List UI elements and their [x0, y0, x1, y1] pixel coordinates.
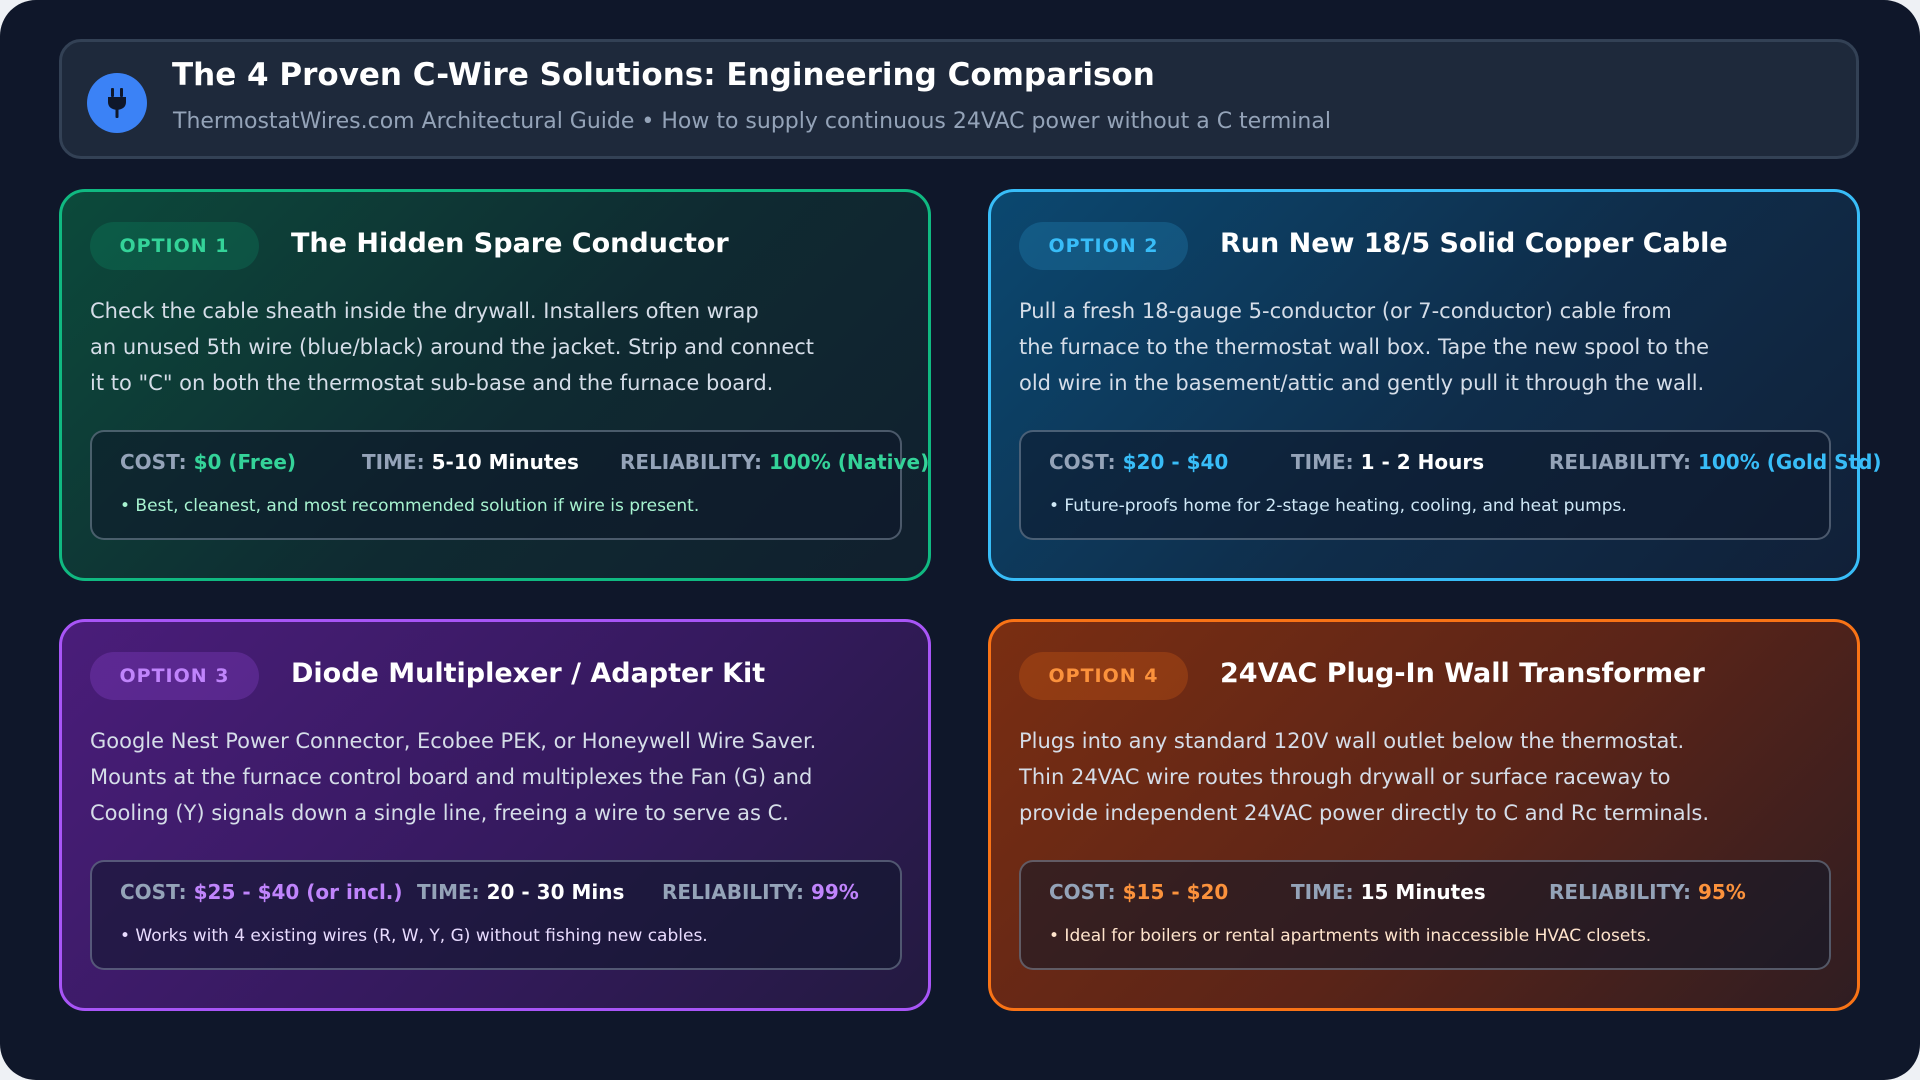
option-note: • Works with 4 existing wires (R, W, Y, … — [120, 926, 708, 946]
description-line: it to "C" on both the thermostat sub-bas… — [90, 371, 774, 395]
option-card-2: OPTION 2 Run New 18/5 Solid Copper Cable… — [988, 189, 1882, 581]
description-line: Thin 24VAC wire routes through drywall o… — [1019, 765, 1671, 789]
description-line: an unused 5th wire (blue/black) around t… — [90, 335, 815, 359]
reliability-stat: RELIABILITY: 95% — [1549, 880, 1746, 904]
reliability-label: RELIABILITY: — [662, 880, 804, 904]
stats-panel: COST: $25 - $40 (or incl.) TIME: 20 - 30… — [90, 860, 902, 970]
option-badge: OPTION 3 — [90, 652, 259, 700]
time-value: 15 Minutes — [1360, 880, 1486, 904]
description-line: Google Nest Power Connector, Ecobee PEK,… — [90, 729, 817, 753]
option-title: The Hidden Spare Conductor — [291, 228, 729, 259]
option-title: Run New 18/5 Solid Copper Cable — [1220, 228, 1728, 259]
time-value: 1 - 2 Hours — [1360, 450, 1485, 474]
reliability-value: 100% (Native) — [768, 450, 930, 474]
reliability-stat: RELIABILITY: 100% (Gold Std) — [1549, 450, 1882, 474]
reliability-value: 100% (Gold Std) — [1697, 450, 1882, 474]
description-line: the furnace to the thermostat wall box. … — [1019, 335, 1710, 359]
reliability-stat: RELIABILITY: 100% (Native) — [620, 450, 929, 474]
header-panel: The 4 Proven C-Wire Solutions: Engineeri… — [59, 39, 1859, 159]
cost-stat: COST: $20 - $40 — [1049, 450, 1228, 474]
time-stat: TIME: 5-10 Minutes — [362, 450, 579, 474]
cost-value: $25 - $40 (or incl.) — [193, 880, 403, 904]
time-value: 20 - 30 Mins — [486, 880, 625, 904]
option-description: Pull a fresh 18-gauge 5-conductor (or 7-… — [1019, 293, 1819, 401]
cost-label: COST: — [120, 880, 187, 904]
option-description: Google Nest Power Connector, Ecobee PEK,… — [90, 723, 890, 831]
option-badge: OPTION 4 — [1019, 652, 1188, 700]
power-plug-icon — [87, 73, 147, 133]
cost-stat: COST: $15 - $20 — [1049, 880, 1228, 904]
time-value: 5-10 Minutes — [431, 450, 579, 474]
time-stat: TIME: 15 Minutes — [1291, 880, 1486, 904]
description-line: provide independent 24VAC power directly… — [1019, 801, 1710, 825]
time-label: TIME: — [1291, 450, 1354, 474]
description-line: old wire in the basement/attic and gentl… — [1019, 371, 1705, 395]
infographic-frame: The 4 Proven C-Wire Solutions: Engineeri… — [0, 0, 1920, 1080]
cost-value: $20 - $40 — [1122, 450, 1229, 474]
stats-panel: COST: $0 (Free) TIME: 5-10 Minutes RELIA… — [90, 430, 929, 540]
reliability-stat: RELIABILITY: 99% — [662, 880, 859, 904]
option-badge: OPTION 1 — [90, 222, 259, 270]
reliability-label: RELIABILITY: — [620, 450, 762, 474]
option-note: • Best, cleanest, and most recommended s… — [120, 496, 700, 516]
option-card-1: OPTION 1 The Hidden Spare Conductor Chec… — [59, 189, 931, 581]
time-stat: TIME: 1 - 2 Hours — [1291, 450, 1484, 474]
description-line: Pull a fresh 18-gauge 5-conductor (or 7-… — [1019, 299, 1672, 323]
page-title: The 4 Proven C-Wire Solutions: Engineeri… — [172, 57, 1155, 93]
cost-value: $0 (Free) — [193, 450, 297, 474]
option-note: • Ideal for boilers or rental apartments… — [1049, 926, 1652, 946]
reliability-value: 95% — [1697, 880, 1746, 904]
cost-stat: COST: $25 - $40 (or incl.) — [120, 880, 403, 904]
cost-label: COST: — [1049, 880, 1116, 904]
description-line: Mounts at the furnace control board and … — [90, 765, 813, 789]
description-line: Check the cable sheath inside the drywal… — [90, 299, 759, 323]
cost-label: COST: — [1049, 450, 1116, 474]
option-note: • Future-proofs home for 2-stage heating… — [1049, 496, 1627, 516]
option-card-3: OPTION 3 Diode Multiplexer / Adapter Kit… — [59, 619, 931, 1011]
time-label: TIME: — [417, 880, 480, 904]
time-label: TIME: — [1291, 880, 1354, 904]
option-description: Plugs into any standard 120V wall outlet… — [1019, 723, 1819, 831]
option-title: 24VAC Plug-In Wall Transformer — [1220, 658, 1705, 689]
cost-value: $15 - $20 — [1122, 880, 1229, 904]
stats-panel: COST: $20 - $40 TIME: 1 - 2 Hours RELIAB… — [1019, 430, 1882, 540]
time-stat: TIME: 20 - 30 Mins — [417, 880, 624, 904]
time-label: TIME: — [362, 450, 425, 474]
reliability-value: 99% — [810, 880, 859, 904]
cost-label: COST: — [120, 450, 187, 474]
reliability-label: RELIABILITY: — [1549, 450, 1691, 474]
option-badge: OPTION 2 — [1019, 222, 1188, 270]
page-subtitle: ThermostatWires.com Architectural Guide … — [173, 109, 1331, 134]
stats-panel: COST: $15 - $20 TIME: 15 Minutes RELIABI… — [1019, 860, 1831, 970]
cost-stat: COST: $0 (Free) — [120, 450, 296, 474]
reliability-label: RELIABILITY: — [1549, 880, 1691, 904]
description-line: Plugs into any standard 120V wall outlet… — [1019, 729, 1685, 753]
description-line: Cooling (Y) signals down a single line, … — [90, 801, 789, 825]
option-title: Diode Multiplexer / Adapter Kit — [291, 658, 766, 689]
option-card-4: OPTION 4 24VAC Plug-In Wall Transformer … — [988, 619, 1860, 1011]
option-description: Check the cable sheath inside the drywal… — [90, 293, 890, 401]
